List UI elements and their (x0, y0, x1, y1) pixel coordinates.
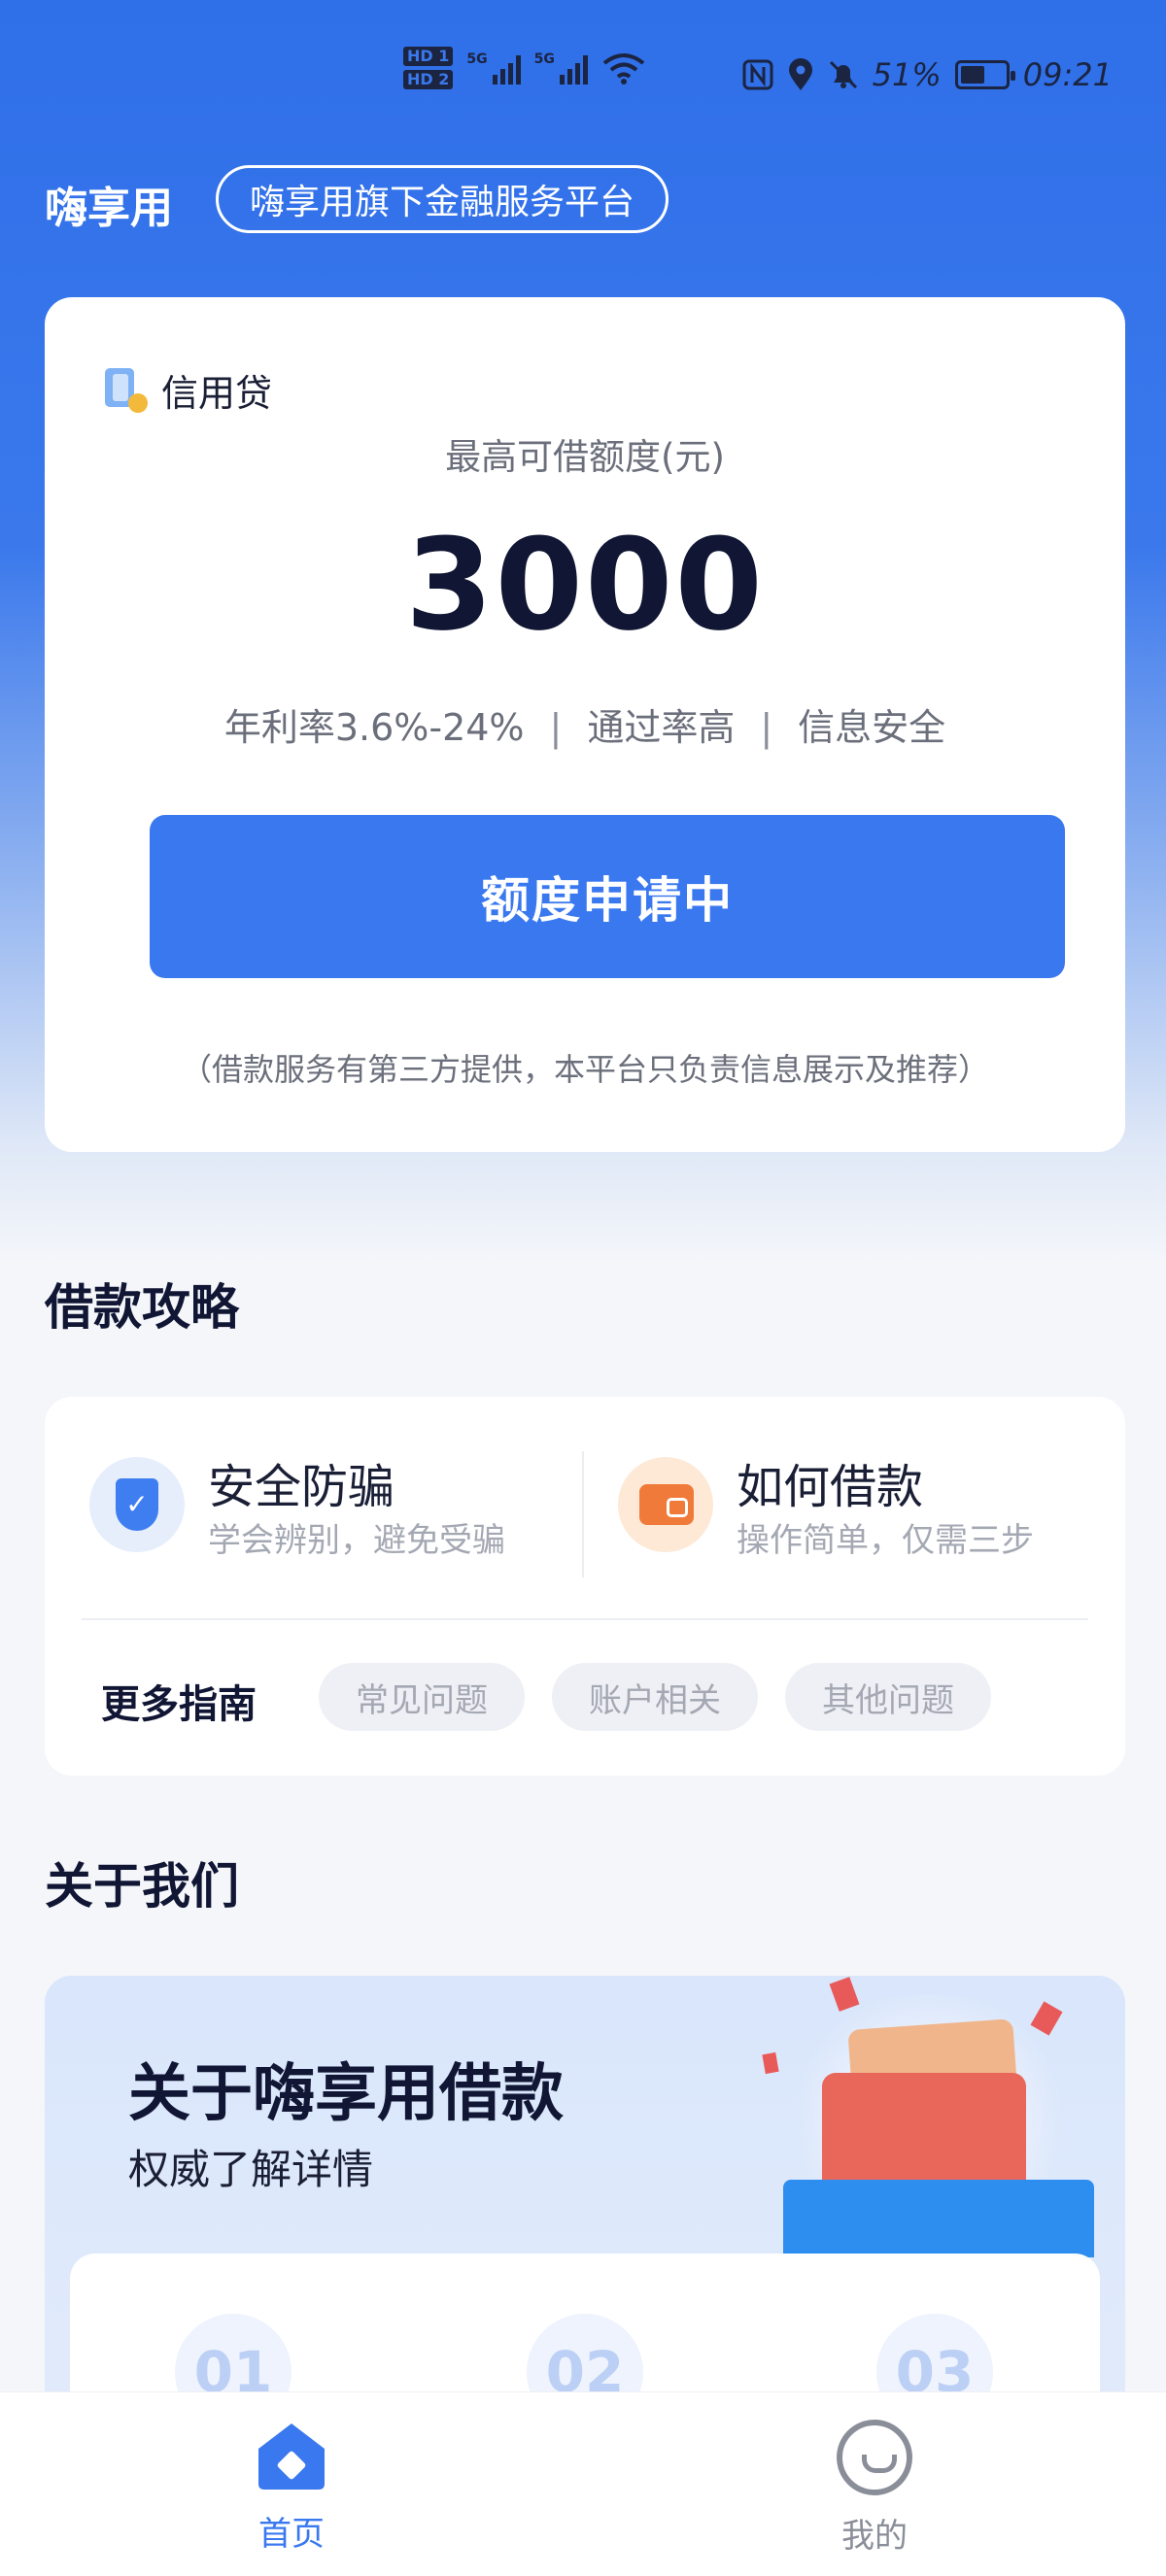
location-icon (788, 58, 812, 90)
chip-faq[interactable]: 常见问题 (319, 1663, 525, 1731)
product-name: 信用贷 (161, 372, 273, 415)
guide-item-desc: 学会辨别，避免受骗 (208, 1521, 505, 1560)
divider (582, 1451, 584, 1577)
nav-label-home: 首页 (258, 2515, 325, 2554)
clock: 09:21 (1022, 56, 1113, 93)
credit-card-coin-icon (105, 367, 148, 413)
guide-item-anti-fraud[interactable]: 安全防骗 学会辨别，避免受骗 (89, 1457, 505, 1564)
nav-item-me[interactable]: 我的 (777, 2420, 972, 2557)
network-type-2: 5G (533, 51, 555, 67)
app-brand: 嗨享用 (45, 184, 173, 233)
status-bar-signals: HD 1 HD 2 5G 5G (403, 47, 646, 89)
feature-separator: | (760, 706, 773, 749)
guide-item-title: 安全防骗 (208, 1460, 395, 1514)
wifi-icon (602, 53, 645, 85)
feature-security: 信息安全 (798, 706, 946, 749)
gift-box-illustration: 8888 8888 8888 8888 (744, 1976, 1125, 2257)
battery-percent: 51% (872, 56, 942, 93)
guide-section-title: 借款攻略 (45, 1279, 239, 1336)
nav-label-me: 我的 (841, 2517, 908, 2556)
chip-other[interactable]: 其他问题 (785, 1663, 991, 1731)
shield-check-icon (89, 1457, 185, 1552)
credit-loan-card: 信用贷 最高可借额度(元) 3000 年利率3.6%-24% | 通过率高 | 信息安全… (45, 297, 1125, 1152)
guide-item-title: 如何借款 (737, 1460, 924, 1514)
hd-indicator: HD 1 HD 2 (403, 47, 454, 89)
status-bar: HD 1 HD 2 5G 5G 51% 09:21 (0, 0, 1166, 155)
credit-amount: 3000 (405, 511, 765, 659)
disclaimer-note: （借款服务有第三方提供，本平台只负责信息展示及推荐） (180, 1051, 989, 1088)
brand-tagline-pill: 嗨享用旗下金融服务平台 (216, 165, 669, 233)
guide-item-how-to-borrow[interactable]: 如何借款 操作简单，仅需三步 (618, 1457, 1034, 1564)
wallet-icon (618, 1457, 713, 1552)
hd2-label: HD 2 (403, 70, 454, 89)
guide-item-desc: 操作简单，仅需三步 (737, 1521, 1034, 1560)
mute-bell-icon (829, 60, 857, 89)
about-subtitle: 权威了解详情 (128, 2146, 374, 2193)
hd1-label: HD 1 (403, 47, 454, 66)
feature-approval: 通过率高 (587, 706, 736, 749)
divider (82, 1618, 1088, 1620)
battery-icon (954, 60, 1015, 89)
signal-2-icon: 5G (534, 51, 588, 85)
product-header: 信用贷 (105, 363, 272, 417)
feature-separator: | (549, 706, 563, 749)
chip-account[interactable]: 账户相关 (552, 1663, 758, 1731)
nav-item-home[interactable]: 首页 (194, 2420, 389, 2555)
about-title: 关于嗨享用借款 (128, 2058, 564, 2130)
more-guides-label: 更多指南 (101, 1682, 257, 1727)
guide-card: 安全防骗 学会辨别，避免受骗 如何借款 操作简单，仅需三步 更多指南 常见问题 … (45, 1397, 1125, 1776)
status-bar-system: 51% 09:21 (742, 56, 1113, 93)
amount-label: 最高可借额度(元) (445, 436, 725, 478)
profile-icon (837, 2420, 912, 2495)
feature-rate: 年利率3.6%-24% (223, 706, 525, 749)
apply-status-button[interactable]: 额度申请中 (150, 815, 1065, 978)
signal-1-icon: 5G (466, 51, 521, 85)
about-section-title: 关于我们 (45, 1858, 239, 1915)
loan-features: 年利率3.6%-24% | 通过率高 | 信息安全 (45, 697, 1125, 751)
bottom-nav: 首页 我的 (0, 2391, 1166, 2576)
network-type-1: 5G (466, 51, 488, 67)
home-icon (255, 2420, 328, 2493)
nfc-icon (742, 59, 773, 90)
